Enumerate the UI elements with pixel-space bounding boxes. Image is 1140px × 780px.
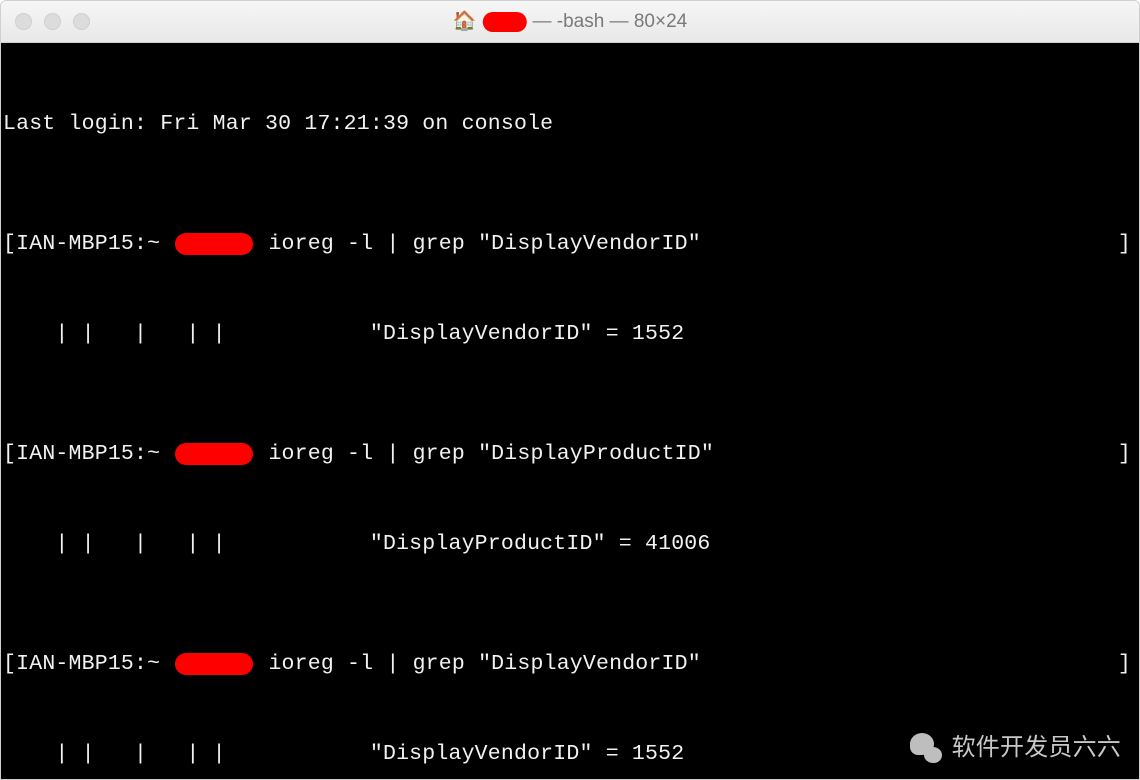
prompt-host: IAN-MBP15:~ — [16, 439, 173, 469]
command-1: ioreg -l | grep "DisplayVendorID" — [255, 229, 700, 259]
command-2: ioreg -l | grep "DisplayProductID" — [255, 439, 714, 469]
prompt-host: IAN-MBP15:~ — [16, 649, 173, 679]
zoom-window-button[interactable] — [73, 13, 90, 30]
redacted-user — [175, 653, 253, 675]
home-icon: 🏠 — [453, 12, 477, 31]
watermark-text: 软件开发员六六 — [952, 733, 1121, 763]
close-bracket: ] — [1118, 439, 1137, 469]
prompt-line-3: [IAN-MBP15:~ ioreg -l | grep "DisplayVen… — [3, 649, 1137, 679]
prompt-line-2: [IAN-MBP15:~ ioreg -l | grep "DisplayPro… — [3, 439, 1137, 469]
open-bracket: [ — [3, 229, 16, 259]
command-3: ioreg -l | grep "DisplayVendorID" — [255, 649, 700, 679]
terminal-body[interactable]: Last login: Fri Mar 30 17:21:39 on conso… — [1, 43, 1139, 779]
close-window-button[interactable] — [15, 13, 32, 30]
prompt-line-1: [IAN-MBP15:~ ioreg -l | grep "DisplayVen… — [3, 229, 1137, 259]
close-bracket: ] — [1118, 229, 1137, 259]
close-bracket: ] — [1118, 649, 1137, 679]
last-login-line: Last login: Fri Mar 30 17:21:39 on conso… — [3, 109, 1137, 139]
window-title-text: — -bash — 80×24 — [532, 11, 687, 33]
window-title: 🏠 — -bash — 80×24 — [453, 11, 687, 33]
wechat-icon — [908, 733, 942, 763]
prompt-host: IAN-MBP15:~ — [16, 229, 173, 259]
watermark: 软件开发员六六 — [908, 733, 1121, 763]
open-bracket: [ — [3, 649, 16, 679]
output-line: | | | | | "DisplayVendorID" = 1552 — [3, 319, 1137, 349]
redacted-user — [175, 443, 253, 465]
titlebar: 🏠 — -bash — 80×24 — [1, 1, 1139, 43]
redacted-username — [482, 12, 526, 32]
traffic-lights — [1, 13, 90, 30]
minimize-window-button[interactable] — [44, 13, 61, 30]
open-bracket: [ — [3, 439, 16, 469]
redacted-user — [175, 233, 253, 255]
terminal-window: 🏠 — -bash — 80×24 Last login: Fri Mar 30… — [0, 0, 1140, 780]
output-line: | | | | | "DisplayProductID" = 41006 — [3, 529, 1137, 559]
